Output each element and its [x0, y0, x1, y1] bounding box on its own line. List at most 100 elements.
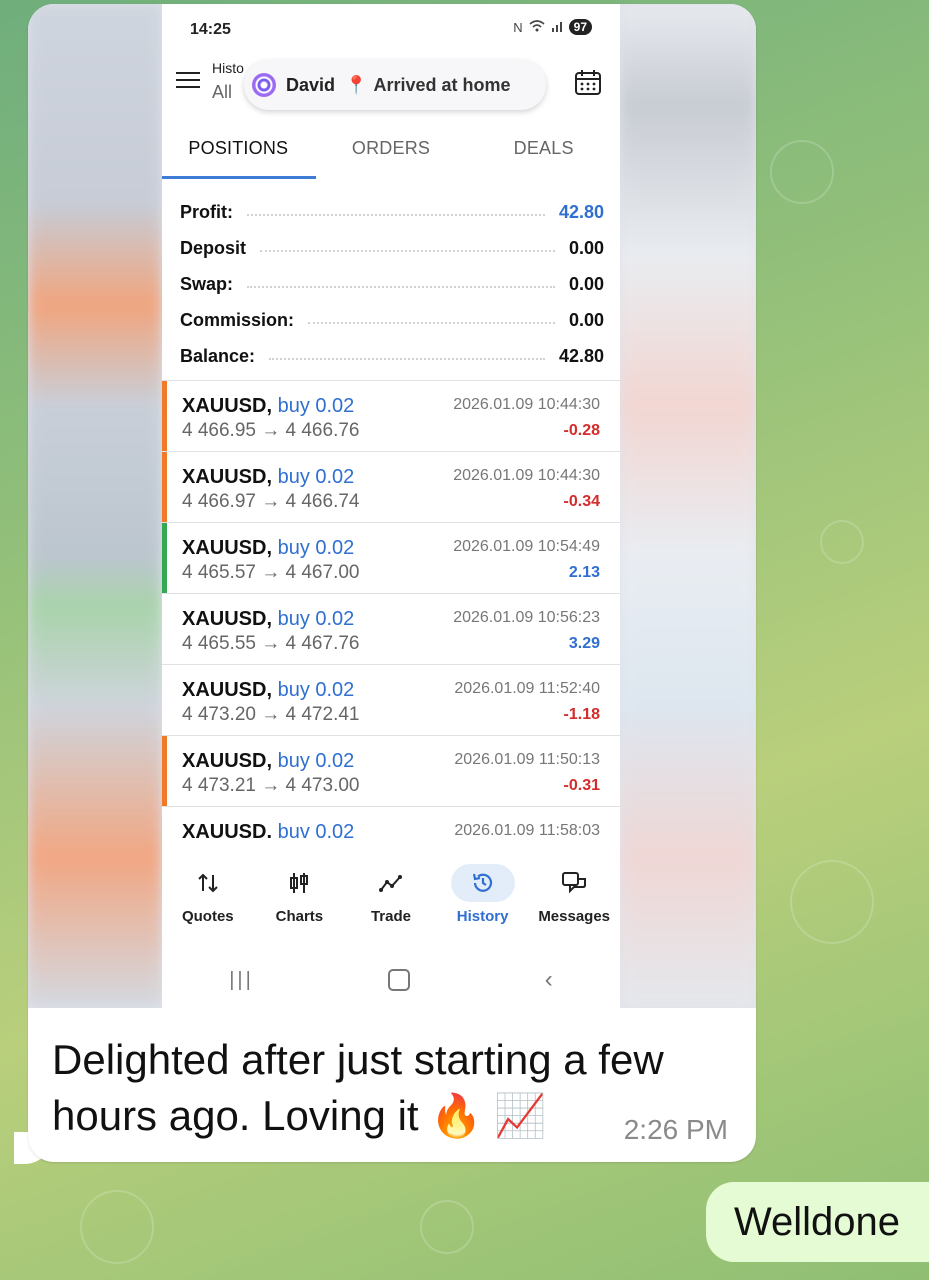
- summary-row: Deposit 0.00: [180, 230, 604, 266]
- summary-label: Commission:: [180, 309, 295, 330]
- deal-prices: 4 466.95 → 4 466.76: [182, 420, 360, 441]
- deal-row[interactable]: XAUUSD, buy 0.02 4 465.55 → 4 467.76 2026.…: [162, 593, 620, 664]
- summary-row: Balance: 42.80: [180, 338, 604, 374]
- deal-symbol: XAUUSD. buv 0.02: [182, 821, 355, 843]
- recent-apps-icon[interactable]: |||: [229, 969, 254, 992]
- calendar-icon[interactable]: [574, 68, 602, 96]
- nav-history[interactable]: History: [441, 856, 525, 940]
- background-doodle: [420, 1200, 474, 1254]
- dotted-leader: [247, 214, 545, 216]
- home-icon[interactable]: [388, 969, 411, 991]
- signal-icon: [551, 20, 563, 35]
- deal-time: 2026.01.09 11:50:13: [454, 751, 600, 768]
- notification-name: David: [286, 74, 336, 95]
- deal-time: 2026.01.09 10:54:49: [453, 538, 600, 555]
- deal-side: buy 0.02: [277, 750, 355, 772]
- deal-prices: 4 473.21 → 4 473.00: [182, 775, 360, 796]
- background-doodle: [80, 1190, 154, 1264]
- deal-profit: -0.28: [563, 422, 600, 439]
- back-icon[interactable]: ‹: [545, 966, 553, 994]
- active-tab-indicator: [162, 176, 316, 179]
- dotted-leader: [247, 286, 555, 288]
- notification-status: Arrived at home: [373, 74, 511, 95]
- summary-value: 0.00: [568, 273, 604, 294]
- tab-orders[interactable]: ORDERS: [315, 128, 468, 180]
- summary-value: 42.80: [558, 201, 604, 222]
- background-doodle: [820, 520, 864, 564]
- deal-row[interactable]: XAUUSD, buy 0.02 4 466.97 → 4 466.74 2026.…: [162, 451, 620, 522]
- charts-icon: [267, 864, 331, 902]
- deal-row[interactable]: XAUUSD, buy 0.02 4 473.20 → 4 472.41 2026.…: [162, 664, 620, 735]
- deal-row[interactable]: XAUUSD, buy 0.02 4 473.21 → 4 473.00 2026.…: [162, 735, 620, 806]
- nav-label: Charts: [275, 908, 324, 925]
- background-doodle: [790, 860, 874, 944]
- menu-icon[interactable]: [176, 72, 200, 90]
- nav-label: Quotes: [181, 908, 234, 925]
- nav-label: Messages: [538, 908, 611, 925]
- deal-row[interactable]: XAUUSD, buy 0.02 4 465.57 → 4 467.00 2026.…: [162, 522, 620, 593]
- deal-symbol: XAUUSD, buy 0.02: [182, 395, 355, 417]
- summary-value: 42.80: [558, 345, 604, 366]
- deal-marker: [162, 665, 167, 735]
- deal-side: buy 0.02: [277, 466, 355, 488]
- reply-bubble[interactable]: Welldone: [706, 1182, 929, 1262]
- deal-profit: 3.29: [568, 635, 600, 652]
- dotted-leader: [308, 322, 555, 324]
- deal-marker: [162, 594, 167, 664]
- battery-badge: 97: [568, 19, 592, 35]
- deal-symbol: XAUUSD, buy 0.02: [182, 608, 355, 630]
- deal-marker: [162, 523, 167, 593]
- deal-time: 2026.01.09 11:52:40: [454, 680, 600, 697]
- quotes-icon: [176, 864, 240, 902]
- deal-symbol: XAUUSD, buy 0.02: [182, 537, 355, 559]
- dotted-leader: [260, 250, 555, 252]
- tab-positions[interactable]: POSITIONS: [162, 128, 315, 180]
- screen-filter[interactable]: All: [212, 82, 232, 103]
- history-icon: [450, 864, 515, 902]
- bottom-navigation: Quotes Charts Trade History Messages: [162, 856, 620, 940]
- deal-symbol: XAUUSD, buy 0.02: [182, 750, 355, 772]
- status-icons: N 97: [513, 19, 592, 35]
- nav-charts[interactable]: Charts: [257, 856, 341, 940]
- deal-profit: -0.34: [563, 493, 600, 510]
- location-notification[interactable]: David 📍 Arrived at home: [244, 60, 546, 110]
- location-pin-icon: 📍: [345, 74, 368, 95]
- deal-marker: [162, 736, 167, 806]
- message-time: 2:26 PM: [623, 1114, 728, 1145]
- summary-row: Swap: 0.00: [180, 266, 604, 302]
- status-time: 14:25: [190, 21, 231, 38]
- deal-profit: -0.31: [563, 777, 600, 794]
- deal-prices: 4 465.57 → 4 467.00: [182, 562, 360, 583]
- deal-side: buy 0.02: [277, 537, 355, 559]
- status-bar: 14:25 N 97: [162, 4, 620, 54]
- deal-profit: -1.18: [563, 706, 600, 723]
- deal-row[interactable]: XAUUSD, buy 0.02 4 466.95 → 4 466.76 2026.…: [162, 380, 620, 451]
- screen-title: Histo: [212, 60, 244, 76]
- deal-time: 2026.01.09 11:58:03: [454, 822, 600, 839]
- deal-prices: 4 473.20 → 4 472.41: [182, 704, 360, 725]
- deal-profit: 2.13: [568, 564, 600, 581]
- nav-quotes[interactable]: Quotes: [166, 856, 250, 940]
- trade-icon: [359, 864, 423, 902]
- nav-trade[interactable]: Trade: [349, 856, 433, 940]
- deal-time: 2026.01.09 10:44:30: [453, 396, 600, 413]
- summary-label: Profit:: [180, 201, 233, 222]
- deal-time: 2026.01.09 10:56:23: [453, 609, 600, 626]
- summary-label: Deposit: [180, 237, 247, 258]
- notification-app-icon: [252, 73, 276, 97]
- history-tabs: POSITIONS ORDERS DEALS: [162, 128, 620, 180]
- message-bubble[interactable]: 14:25 N 97 Histo All David 📍 Arrived at …: [28, 4, 756, 1162]
- summary-value: 0.00: [568, 309, 604, 330]
- summary-row: Commission: 0.00: [180, 302, 604, 338]
- deal-prices: 4 465.55 → 4 467.76: [182, 633, 360, 654]
- tab-deals[interactable]: DEALS: [467, 128, 620, 180]
- blurred-edge-left: [28, 4, 162, 1008]
- message-line-1: Delighted after just starting a few: [52, 1036, 664, 1083]
- screenshot-image[interactable]: 14:25 N 97 Histo All David 📍 Arrived at …: [28, 4, 756, 1008]
- messages-icon: [542, 864, 606, 902]
- deal-symbol: XAUUSD, buy 0.02: [182, 679, 355, 701]
- nav-messages[interactable]: Messages: [532, 856, 616, 940]
- deal-side: buy 0.02: [277, 679, 355, 701]
- deal-prices: 4 466.97 → 4 466.74: [182, 491, 360, 512]
- deal-side: buy 0.02: [277, 395, 355, 417]
